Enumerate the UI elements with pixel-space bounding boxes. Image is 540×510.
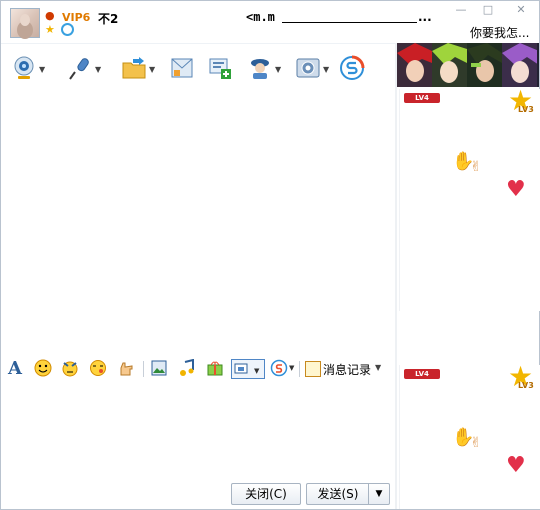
hand-icon [120,362,133,376]
minimize-button[interactable]: — [452,3,470,17]
chevron-down-icon[interactable]: ▼ [39,65,45,74]
message-history-area[interactable] [1,87,395,347]
panel-divider[interactable] [395,43,397,509]
toolbar-separator [299,361,300,377]
chat-window: ● VIP6 ★ 不2 <m.m ... 你要我怎... — □ ✕ ▼ ▼ ▼ [0,0,540,510]
heart-icon: ♥ [506,453,526,478]
chevron-down-icon[interactable]: ▼ [375,363,381,372]
send-options-button[interactable]: ▼ [368,483,390,505]
microphone-icon [69,58,89,80]
remark-underline [282,22,417,23]
history-label: 消息记录 [323,363,372,377]
avatar[interactable] [10,8,40,38]
remark-ellipsis: ... [418,10,432,24]
gift-icon [207,361,223,376]
portrait-green [432,43,467,87]
hand-icon: ✌ [470,159,482,175]
portrait-purple [502,43,537,87]
qzone-icon[interactable] [61,23,74,36]
chevron-down-icon[interactable]: ▼ [323,65,329,74]
wink-icon [90,360,106,376]
input-toolbar: A ▼ ▼ 消息记录 ▼ [1,357,395,381]
screenshot-icon [234,363,248,374]
wink-button[interactable] [88,359,108,379]
music-note-icon [180,358,194,376]
history-icon [305,361,321,377]
portrait-red [397,43,432,87]
remote-assist-button[interactable]: ▼ [245,53,281,83]
smiley-icon [34,359,52,377]
soso-button[interactable] [337,53,367,83]
contact-remark: <m.m [246,10,275,24]
chevron-down-icon[interactable]: ▼ [275,65,281,74]
music-button[interactable] [177,358,197,379]
chat-header: ● VIP6 ★ 不2 <m.m ... 你要我怎... — □ ✕ [1,1,539,44]
emoticon-button[interactable] [33,359,53,379]
magic-emoticon-button[interactable] [60,359,80,379]
sms-icon [171,58,193,78]
portrait-dark [467,43,502,87]
level-label: LV3 [518,381,534,390]
font-button[interactable]: A [5,359,25,379]
hand-icon: ✌ [470,435,482,451]
contact-nickname: 不2 [98,12,119,26]
magic-face-icon [62,361,78,377]
contact-show-card: LV4 ★ LV3 ✋ ✌ ♥ [399,87,540,311]
send-button[interactable]: 发送(S) [306,483,369,505]
image-icon [151,360,167,376]
chevron-down-icon[interactable]: ▼ [149,65,155,74]
soso-icon [270,359,288,377]
soso-icon [340,55,365,80]
apps-icon [296,58,320,78]
close-window-button[interactable]: ✕ [512,3,530,17]
nudge-button[interactable] [116,359,136,379]
send-file-button[interactable]: ▼ [119,53,155,83]
message-input[interactable] [1,383,395,479]
create-discussion-button[interactable] [205,53,235,83]
level-badge: LV4 [404,93,440,103]
video-call-button[interactable]: ▼ [9,53,45,83]
apps-button[interactable]: ▼ [293,53,329,83]
screenshot-button[interactable]: ▼ [231,359,265,379]
star-icon: ★ [45,23,55,36]
heart-icon: ♥ [506,177,526,202]
status-text: 你要我怎... [470,26,530,40]
qq-penguin-icon: ● [45,9,55,22]
maximize-button[interactable]: □ [479,3,497,17]
self-show-card: LV4 ★ LV3 ✋ ✌ ♥ [399,363,540,509]
show-portraits[interactable] [397,43,539,87]
level-label: LV3 [518,105,534,114]
chevron-down-icon[interactable]: ▼ [95,65,101,74]
chevron-down-icon[interactable]: ▼ [254,361,259,381]
toolbar-separator [143,361,144,377]
folder-send-icon [122,57,146,79]
level-badge: LV4 [404,369,440,379]
webcam-icon [14,56,34,79]
group-add-icon [209,58,231,79]
send-image-button[interactable] [149,359,169,379]
close-button[interactable]: 关闭(C) [231,483,301,505]
voice-call-button[interactable]: ▼ [65,53,101,83]
send-sms-button[interactable] [167,53,197,83]
chevron-down-icon[interactable]: ▼ [289,364,294,372]
assist-icon [251,59,269,79]
soso-search-button[interactable] [269,359,289,379]
gift-button[interactable] [205,359,225,379]
